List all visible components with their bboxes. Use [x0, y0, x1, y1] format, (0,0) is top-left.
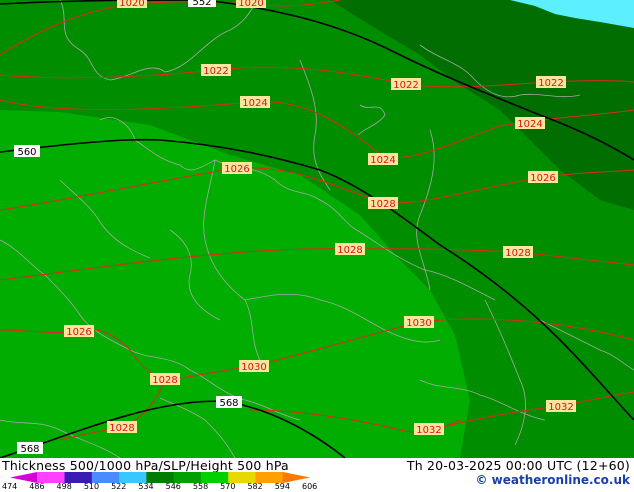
svg-text:1020: 1020: [238, 0, 263, 9]
svg-text:1024: 1024: [242, 98, 267, 109]
svg-text:1020: 1020: [119, 0, 144, 9]
svg-text:1032: 1032: [416, 425, 441, 436]
svg-text:552: 552: [192, 0, 211, 8]
svg-text:1022: 1022: [393, 80, 418, 91]
pressure-label: 1024: [515, 117, 545, 130]
thickness-label: 568: [216, 396, 242, 409]
svg-text:1026: 1026: [224, 164, 249, 175]
pressure-label: 1020: [117, 0, 147, 9]
svg-text:1022: 1022: [203, 66, 228, 77]
map-title: Thickness 500/1000 hPa/SLP/Height 500 hP…: [2, 458, 289, 473]
map-footer: Thickness 500/1000 hPa/SLP/Height 500 hP…: [0, 458, 634, 492]
svg-text:1032: 1032: [548, 402, 573, 413]
pressure-label: 1022: [201, 64, 231, 77]
svg-text:1026: 1026: [530, 173, 555, 184]
svg-text:1022: 1022: [538, 78, 563, 89]
pressure-label: 1022: [391, 78, 421, 91]
svg-text:560: 560: [17, 147, 36, 158]
pressure-label: 1024: [368, 153, 398, 166]
svg-text:1028: 1028: [152, 375, 177, 386]
svg-text:1028: 1028: [370, 199, 395, 210]
pressure-label: 1024: [240, 96, 270, 109]
svg-text:568: 568: [219, 398, 238, 409]
pressure-label: 1026: [222, 162, 252, 175]
colorbar-labels: 474 486 498 510 522 534 546 558 570 582 594 606: [0, 482, 340, 492]
svg-text:1028: 1028: [337, 245, 362, 256]
svg-text:568: 568: [20, 444, 39, 455]
pressure-label: 1032: [546, 400, 576, 413]
pressure-label: 1030: [239, 360, 269, 373]
thickness-label: 568: [17, 442, 43, 455]
pressure-label: 1032: [414, 423, 444, 436]
thickness-label: 560: [14, 145, 40, 158]
pressure-label: 1022: [536, 76, 566, 89]
pressure-label: 1020: [236, 0, 266, 9]
pressure-label: 1028: [335, 243, 365, 256]
svg-text:1024: 1024: [370, 155, 395, 166]
pressure-label: 1026: [528, 171, 558, 184]
pressure-label: 1026: [64, 325, 94, 338]
svg-text:1030: 1030: [406, 318, 431, 329]
pressure-label: 1028: [503, 246, 533, 259]
svg-text:1030: 1030: [241, 362, 266, 373]
svg-text:1024: 1024: [517, 119, 542, 130]
svg-text:1028: 1028: [109, 423, 134, 434]
svg-text:1026: 1026: [66, 327, 91, 338]
weather-map: 1020 1020 1022 1022 1022 1024 1024 1024 …: [0, 0, 634, 458]
pressure-label: 1028: [107, 421, 137, 434]
svg-text:1028: 1028: [505, 248, 530, 259]
pressure-label: 1028: [368, 197, 398, 210]
copyright-credit: © weatheronline.co.uk: [475, 473, 630, 487]
pressure-label: 1028: [150, 373, 180, 386]
forecast-datetime: Th 20-03-2025 00:00 UTC (12+60): [406, 458, 630, 473]
pressure-label: 1030: [404, 316, 434, 329]
thickness-label: 552: [188, 0, 216, 8]
